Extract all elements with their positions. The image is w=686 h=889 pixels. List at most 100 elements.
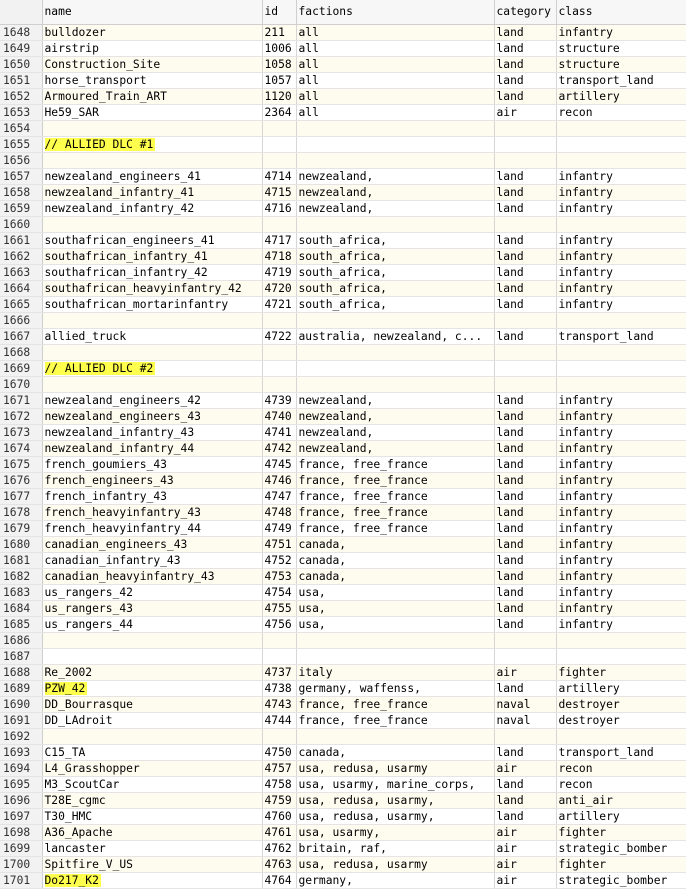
cell-factions[interactable] (296, 136, 495, 153)
cell-category[interactable]: land (494, 184, 557, 201)
cell-name[interactable]: Construction_Site (42, 56, 263, 73)
cell-category[interactable]: land (494, 40, 557, 57)
cell-class[interactable] (556, 344, 686, 361)
cell-factions[interactable]: south_africa, (296, 296, 495, 313)
cell-id[interactable] (262, 120, 297, 137)
row-number[interactable]: 1699 (0, 840, 43, 857)
cell-id[interactable]: 4744 (262, 712, 297, 729)
cell-factions[interactable]: britain, raf, (296, 840, 495, 857)
cell-factions[interactable] (296, 344, 495, 361)
cell-factions[interactable]: all (296, 40, 495, 57)
cell-class[interactable] (556, 360, 686, 377)
cell-class[interactable] (556, 216, 686, 233)
table-row[interactable]: 1689 PZW_42 4738 germany, waffenss, land arti… (0, 680, 686, 697)
cell-factions[interactable] (296, 120, 495, 137)
cell-name[interactable]: newzealand_engineers_42 (42, 392, 263, 409)
row-number[interactable]: 1650 (0, 56, 43, 73)
cell-name[interactable]: french_heavyinfantry_43 (42, 504, 263, 521)
table-row[interactable]: 1669// ALLIED DLC #2 (0, 360, 686, 377)
cell-name[interactable]: southafrican_infantry_42 (42, 264, 263, 281)
cell-class[interactable]: infantry (556, 280, 686, 297)
cell-id[interactable]: 4751 (262, 536, 297, 553)
cell-id[interactable]: 4738 (262, 680, 297, 697)
cell-factions[interactable]: newzealand, (296, 168, 495, 185)
column-header-class[interactable]: class (556, 0, 686, 25)
cell-class[interactable]: infantry (556, 552, 686, 569)
row-number[interactable]: 1676 (0, 472, 43, 489)
row-number[interactable]: 1669 (0, 360, 43, 377)
table-row[interactable]: 1653 He59_SAR 2364 all air recon (0, 104, 686, 121)
cell-factions[interactable]: usa, (296, 584, 495, 601)
cell-class[interactable]: infantry (556, 296, 686, 313)
row-number[interactable]: 1652 (0, 88, 43, 105)
row-number[interactable]: 1688 (0, 664, 43, 681)
cell-name[interactable]: Spitfire_V_US (42, 856, 263, 873)
cell-factions[interactable]: usa, usarmy, (296, 824, 495, 841)
table-row[interactable]: 1662 southafrican_infantry_41 4718 south_af… (0, 248, 686, 265)
row-number[interactable]: 1663 (0, 264, 43, 281)
cell-class[interactable] (556, 312, 686, 329)
cell-category[interactable]: land (494, 168, 557, 185)
row-number[interactable]: 1651 (0, 72, 43, 89)
table-row[interactable]: 1670 (0, 376, 686, 393)
cell-class[interactable]: artillery (556, 808, 686, 825)
row-number[interactable]: 1693 (0, 744, 43, 761)
table-row[interactable]: 1655// ALLIED DLC #1 (0, 136, 686, 153)
cell-factions[interactable]: usa, usarmy, marine_corps, (296, 776, 495, 793)
cell-factions[interactable]: france, free_france (296, 520, 495, 537)
table-row[interactable]: 1676 french_engineers_43 4746 france, free_… (0, 472, 686, 489)
cell-id[interactable]: 4716 (262, 200, 297, 217)
table-row[interactable]: 1697 T30_HMC 4760 usa, redusa, usarmy, land a… (0, 808, 686, 825)
cell-class[interactable]: infantry (556, 392, 686, 409)
cell-name[interactable]: L4_Grasshopper (42, 760, 263, 777)
cell-factions[interactable]: usa, redusa, usarmy (296, 856, 495, 873)
table-row[interactable]: 1671 newzealand_engineers_42 4739 newzealan… (0, 392, 686, 409)
cell-category[interactable] (494, 728, 557, 745)
cell-class[interactable]: infantry (556, 168, 686, 185)
cell-category[interactable]: naval (494, 696, 557, 713)
cell-factions[interactable]: all (296, 104, 495, 121)
cell-name[interactable]: Armoured_Train_ART (42, 88, 263, 105)
cell-class[interactable] (556, 152, 686, 169)
cell-category[interactable]: land (494, 744, 557, 761)
cell-id[interactable]: 4714 (262, 168, 297, 185)
row-number[interactable]: 1671 (0, 392, 43, 409)
cell-id[interactable]: 4762 (262, 840, 297, 857)
cell-id[interactable]: 4753 (262, 568, 297, 585)
cell-name[interactable]: canadian_infantry_43 (42, 552, 263, 569)
cell-category[interactable]: air (494, 840, 557, 857)
cell-id[interactable]: 4764 (262, 872, 297, 889)
cell-factions[interactable]: canada, (296, 552, 495, 569)
cell-factions[interactable]: canada, (296, 744, 495, 761)
cell-id[interactable] (262, 728, 297, 745)
table-row[interactable]: 1649 airstrip 1006 all land structure (0, 40, 686, 57)
cell-category[interactable]: land (494, 504, 557, 521)
cell-id[interactable]: 4737 (262, 664, 297, 681)
cell-id[interactable] (262, 136, 297, 153)
cell-factions[interactable]: all (296, 56, 495, 73)
table-row[interactable]: 1691 DD_LAdroit 4744 france, free_france nav… (0, 712, 686, 729)
cell-factions[interactable]: germany, waffenss, (296, 680, 495, 697)
cell-factions[interactable]: south_africa, (296, 248, 495, 265)
cell-factions[interactable]: usa, (296, 600, 495, 617)
table-row[interactable]: 1696 T28E_cgmc 4759 usa, redusa, usarmy, lan… (0, 792, 686, 809)
cell-factions[interactable]: south_africa, (296, 264, 495, 281)
cell-name[interactable] (42, 648, 263, 665)
cell-class[interactable] (556, 648, 686, 665)
cell-name[interactable]: He59_SAR (42, 104, 263, 121)
row-number[interactable]: 1698 (0, 824, 43, 841)
cell-name[interactable]: newzealand_infantry_41 (42, 184, 263, 201)
cell-name[interactable]: T28E_cgmc (42, 792, 263, 809)
cell-name[interactable]: southafrican_infantry_41 (42, 248, 263, 265)
table-row[interactable]: 1651 horse_transport 1057 all land transport_… (0, 72, 686, 89)
row-number[interactable]: 1668 (0, 344, 43, 361)
row-number[interactable]: 1658 (0, 184, 43, 201)
cell-name[interactable]: allied_truck (42, 328, 263, 345)
cell-name[interactable]: southafrican_mortarinfantry (42, 296, 263, 313)
cell-class[interactable]: recon (556, 776, 686, 793)
row-number[interactable]: 1697 (0, 808, 43, 825)
row-number[interactable]: 1680 (0, 536, 43, 553)
row-number[interactable]: 1689 (0, 680, 43, 697)
cell-category[interactable] (494, 632, 557, 649)
cell-factions[interactable] (296, 728, 495, 745)
